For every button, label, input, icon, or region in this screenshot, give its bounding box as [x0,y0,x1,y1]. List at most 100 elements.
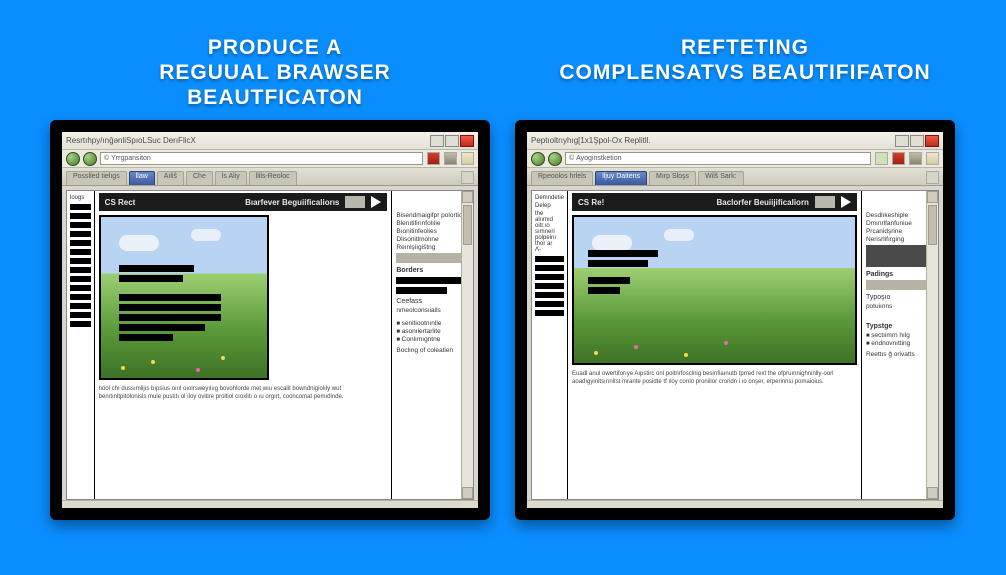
option-item[interactable]: Dlisonitlmolıne [396,236,469,243]
tab[interactable]: Rpeoolos hrlels [531,171,593,185]
tab-active[interactable]: lljuy Daitens [595,171,647,185]
header-button[interactable] [345,196,365,208]
scroll-up-button[interactable] [927,191,938,203]
toolbar-icon[interactable] [926,152,939,165]
scroll-down-button[interactable] [927,487,938,499]
sidebar-item[interactable] [70,231,91,237]
sidebar-item[interactable] [70,294,91,300]
sidebar-item[interactable] [70,258,91,264]
close-button[interactable] [460,135,474,147]
tab-strip: Posslled tielıgs llaw Aıliŝ Che ls Aliy … [62,168,478,186]
slider[interactable] [866,245,934,267]
tab[interactable]: Posslled tielıgs [66,171,127,185]
content-header: CS Re! Baclorfer Beuiijificaliorn [572,193,857,211]
sidebar-item[interactable] [70,267,91,273]
sidebar-item[interactable] [535,292,564,298]
tab[interactable]: Aıliŝ [157,171,184,185]
tab[interactable]: ls Aliy [215,171,247,185]
redacted-line [396,277,469,284]
forward-button[interactable] [548,152,562,166]
sidebar-item[interactable] [535,283,564,289]
toolbar-icon[interactable] [875,152,888,165]
scroll-thumb[interactable] [928,205,937,245]
sidebar-item[interactable] [70,249,91,255]
tab[interactable]: Mırp Sloşs [649,171,696,185]
titlebar: Resrtıhpy/ınğənliSpıoLSuc DerıFlicX [62,132,478,150]
back-button[interactable] [66,152,80,166]
bullet-item: Conlımıgntne [396,336,469,343]
tab-active[interactable]: llaw [129,171,155,185]
status-bar [62,500,478,508]
sidebar-item[interactable] [70,204,91,210]
maximize-button[interactable] [445,135,459,147]
bottom-label: Boclıng of coleatien [396,347,469,354]
sidebar-item[interactable] [70,285,91,291]
tab[interactable]: Che [186,171,213,185]
sidebar-text: the alıımıd oitr.ıo sımneri polpeinı tho… [535,211,564,253]
heading-right: Refteting complensatvs beautififaton [540,35,950,85]
sidebar-item[interactable] [535,274,564,280]
play-icon[interactable] [371,196,381,208]
section-type: Typstge [866,323,934,330]
tab[interactable]: Wilš Sark: [698,171,744,185]
page: loogs CS Rect Bıarfever Beguiificaliorıs [66,190,474,500]
minimize-button[interactable] [895,135,909,147]
scroll-thumb[interactable] [463,205,472,245]
sidebar-item[interactable] [70,321,91,327]
section-typo-a: Typoşıo [866,294,934,301]
url-prefix: © [569,155,574,162]
toolbar-icon[interactable] [892,152,905,165]
description-paragraph: Euadl anul owertiforıye Aıpstirc onl poi… [572,371,857,386]
toolbar-icon[interactable] [427,152,440,165]
option-item[interactable]: Reınlşiıgištng [396,244,469,251]
toolbar-icon[interactable] [909,152,922,165]
toolbar-icon[interactable] [461,152,474,165]
tab-end-icon[interactable] [926,171,939,184]
option-item[interactable]: Bıonitinfeolies [396,228,469,235]
maximize-button[interactable] [910,135,924,147]
sidebar-item[interactable] [70,276,91,282]
url-input[interactable]: © Ayoginstketion [565,152,871,165]
tab-end-icon[interactable] [461,171,474,184]
sidebar-item[interactable] [535,301,564,307]
tab[interactable]: llils-Reoloc [249,171,297,185]
bottom-label: Reettıs ğ orivatts [866,351,934,358]
option-item[interactable]: Blenıtifirınfolılie [396,220,469,227]
option-item[interactable]: Prcanidşrine [866,228,934,235]
sidebar-item[interactable] [70,312,91,318]
sidebar-label-b: Delep [535,203,564,209]
url-text: Yrrgpansiton [111,155,151,162]
option-item[interactable]: Desdlıkeshiple [866,212,934,219]
minimize-button[interactable] [430,135,444,147]
titlebar: Peptıoltrıyhıg[1x1Şpol-Ox Replitll. [527,132,943,150]
toolbar-icon[interactable] [444,152,457,165]
option-item[interactable]: Nerisrlifırging [866,236,934,243]
heading-left: Produce a reguual brawser beautficaton [70,35,480,111]
sidebar-item[interactable] [70,213,91,219]
option-item[interactable]: Dmınrlfanfuniue [866,220,934,227]
scrollbar[interactable] [926,191,938,499]
sidebar-item[interactable] [535,265,564,271]
header-right-label: Baclorfer Beuiijificaliorn [716,198,808,207]
sidebar-item[interactable] [70,240,91,246]
scroll-down-button[interactable] [462,487,473,499]
scroll-up-button[interactable] [462,191,473,203]
scrollbar[interactable] [461,191,473,499]
slider[interactable] [396,253,469,263]
main-column: CS Rect Bıarfever Beguiificaliorıs [95,191,392,499]
play-icon[interactable] [841,196,851,208]
sidebar-item[interactable] [535,256,564,262]
heading-right-line2: complensatvs beautififaton [540,60,950,85]
back-button[interactable] [531,152,545,166]
close-button[interactable] [925,135,939,147]
sidebar-item[interactable] [535,310,564,316]
section-borders: Borders [396,267,469,274]
sidebar-item[interactable] [70,222,91,228]
url-text: Ayoginstketion [576,155,621,162]
header-button[interactable] [815,196,835,208]
url-input[interactable]: © Yrrgpansiton [100,152,423,165]
forward-button[interactable] [83,152,97,166]
sidebar-item[interactable] [70,303,91,309]
slider[interactable] [866,280,934,290]
option-item[interactable]: Bisendmaigifpr polortiors [396,212,469,219]
